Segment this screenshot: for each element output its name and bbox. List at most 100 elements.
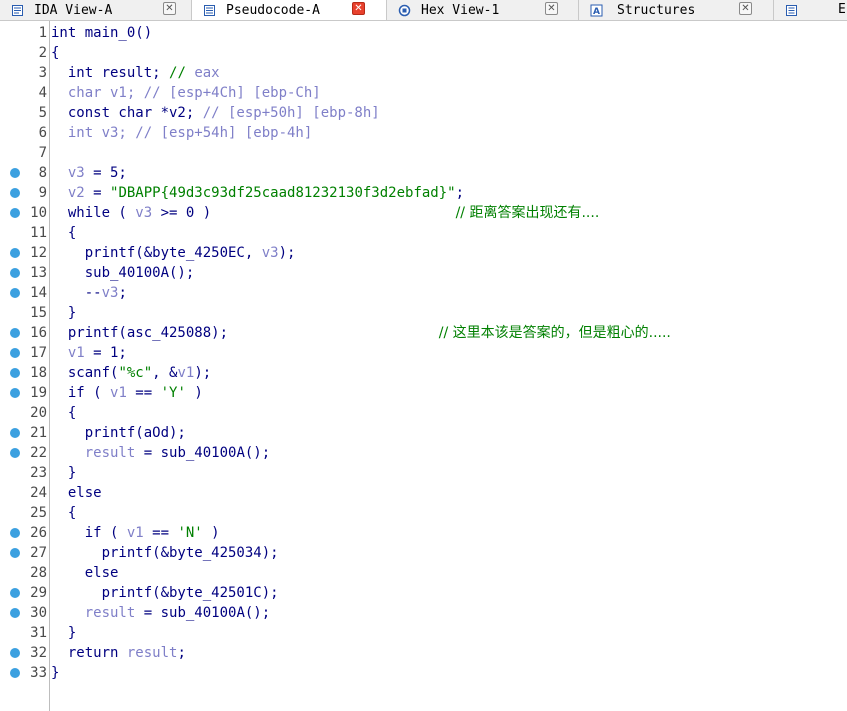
hex-view-icon (398, 4, 411, 17)
code-line[interactable]: 14 --v3; (0, 283, 847, 303)
code-text: v3 = 5; (51, 163, 127, 183)
code-line[interactable]: 23 } (0, 463, 847, 483)
code-line[interactable]: 13 sub_40100A(); (0, 263, 847, 283)
tab-bar: IDA View-A ✕ Pseudocode-A ✕ Hex View-1 ✕… (0, 0, 847, 21)
line-number: 27 (30, 545, 47, 561)
breakpoint-dot-icon[interactable] (10, 588, 20, 598)
code-line[interactable]: 33} (0, 663, 847, 683)
breakpoint-dot-icon[interactable] (10, 348, 20, 358)
code-token: v1 (177, 365, 195, 381)
code-token: >= 0 ) (152, 205, 456, 221)
code-token: printf(&byte_4250EC, (51, 245, 262, 261)
breakpoint-dot-icon[interactable] (10, 188, 20, 198)
code-line[interactable]: 15 } (0, 303, 847, 323)
code-line[interactable]: 18 scanf("%c", &v1); (0, 363, 847, 383)
close-icon[interactable]: ✕ (163, 2, 176, 15)
code-line[interactable]: 26 if ( v1 == 'N' ) (0, 523, 847, 543)
code-text: int main_0() (51, 23, 152, 43)
code-token: while ( (51, 205, 136, 221)
code-token: v3 (101, 285, 119, 301)
code-line[interactable]: 29 printf(&byte_42501C); (0, 583, 847, 603)
code-text: result = sub_40100A(); (51, 443, 270, 463)
breakpoint-dot-icon[interactable] (10, 288, 20, 298)
tab-structures[interactable]: A Structures ✕ (579, 0, 774, 20)
breakpoint-dot-icon[interactable] (10, 608, 20, 618)
code-token: } (51, 465, 77, 481)
code-line[interactable]: 9 v2 = "DBAPP{49d3c93df25caad81232130f3d… (0, 183, 847, 203)
code-line[interactable]: 10 while ( v3 >= 0 ) // 距离答案出现还有.... (0, 203, 847, 223)
code-line[interactable]: 28 else (0, 563, 847, 583)
breakpoint-dot-icon[interactable] (10, 248, 20, 258)
close-icon[interactable]: ✕ (352, 2, 365, 15)
line-number: 22 (30, 445, 47, 461)
code-token: = 5; (84, 165, 127, 181)
line-number: 25 (30, 505, 47, 521)
code-token: char v1; // [esp+4Ch] [ebp-Ch] (51, 85, 321, 101)
close-icon[interactable]: ✕ (739, 2, 752, 15)
code-line[interactable]: 19 if ( v1 == 'Y' ) (0, 383, 847, 403)
tab-ida-view-a[interactable]: IDA View-A ✕ (0, 0, 192, 20)
breakpoint-dot-icon[interactable] (10, 368, 20, 378)
code-token: int main_0() (51, 25, 153, 41)
breakpoint-dot-icon[interactable] (10, 548, 20, 558)
code-line[interactable]: 24 else (0, 483, 847, 503)
code-line[interactable]: 22 result = sub_40100A(); (0, 443, 847, 463)
close-icon[interactable]: ✕ (545, 2, 558, 15)
breakpoint-dot-icon[interactable] (10, 168, 20, 178)
code-line[interactable]: 6 int v3; // [esp+54h] [ebp-4h] (0, 123, 847, 143)
breakpoint-dot-icon[interactable] (10, 208, 20, 218)
breakpoint-dot-icon[interactable] (10, 528, 20, 538)
code-line[interactable]: 8 v3 = 5; (0, 163, 847, 183)
code-token: v2 (67, 185, 85, 201)
code-line[interactable]: 12 printf(&byte_4250EC, v3); (0, 243, 847, 263)
code-line[interactable]: 16 printf(asc_425088); // 这里本该是答案的，但是粗心的… (0, 323, 847, 343)
code-line[interactable]: 4 char v1; // [esp+4Ch] [ebp-Ch] (0, 83, 847, 103)
tab-label: IDA View-A (34, 2, 113, 18)
line-number: 30 (30, 605, 47, 621)
tab-enums[interactable]: E (774, 0, 847, 20)
code-text: } (51, 623, 76, 643)
line-number: 24 (30, 485, 47, 501)
breakpoint-dot-icon[interactable] (10, 648, 20, 658)
code-line[interactable]: 30 result = sub_40100A(); (0, 603, 847, 623)
code-text: } (51, 463, 76, 483)
code-text: int result; // eax (51, 63, 220, 83)
code-line[interactable]: 27 printf(&byte_425034); (0, 543, 847, 563)
pseudocode-editor[interactable]: 1 int main_0() 2{3 int result; // eax 4 cha… (0, 21, 847, 711)
breakpoint-dot-icon[interactable] (10, 328, 20, 338)
code-line[interactable]: 17 v1 = 1; (0, 343, 847, 363)
breakpoint-dot-icon[interactable] (10, 388, 20, 398)
line-number: 20 (30, 405, 47, 421)
code-text: } (51, 663, 59, 683)
code-line[interactable]: 31 } (0, 623, 847, 643)
breakpoint-dot-icon[interactable] (10, 268, 20, 278)
code-line[interactable]: 25 { (0, 503, 847, 523)
line-number: 21 (30, 425, 47, 441)
code-line[interactable]: 21 printf(aOd); (0, 423, 847, 443)
code-text: printf(&byte_4250EC, v3); (51, 243, 296, 263)
code-line[interactable]: 2{ (0, 43, 847, 63)
code-line[interactable]: 32 return result; (0, 643, 847, 663)
code-line[interactable]: 3 int result; // eax (0, 63, 847, 83)
line-number: 9 (38, 185, 47, 201)
code-token: 'Y' (160, 385, 186, 401)
code-text: result = sub_40100A(); (51, 603, 270, 623)
breakpoint-dot-icon[interactable] (10, 668, 20, 678)
line-number: 4 (38, 85, 47, 101)
tab-hex-view-1[interactable]: Hex View-1 ✕ (387, 0, 579, 20)
line-number: 11 (30, 225, 47, 241)
tab-pseudocode-a[interactable]: Pseudocode-A ✕ (192, 0, 387, 20)
breakpoint-dot-icon[interactable] (10, 428, 20, 438)
code-text: } (51, 303, 76, 323)
breakpoint-dot-icon[interactable] (10, 448, 20, 458)
code-token: -- (51, 285, 102, 301)
code-line[interactable]: 11 { (0, 223, 847, 243)
code-line[interactable]: 5 const char *v2; // [esp+50h] [ebp-8h] (0, 103, 847, 123)
code-line[interactable]: 1 int main_0() (0, 23, 847, 43)
code-token: v3 (67, 165, 85, 181)
pseudocode-icon (203, 4, 216, 17)
code-line[interactable]: 20 { (0, 403, 847, 423)
code-token: == (143, 525, 178, 541)
code-line[interactable]: 7 (0, 143, 847, 163)
